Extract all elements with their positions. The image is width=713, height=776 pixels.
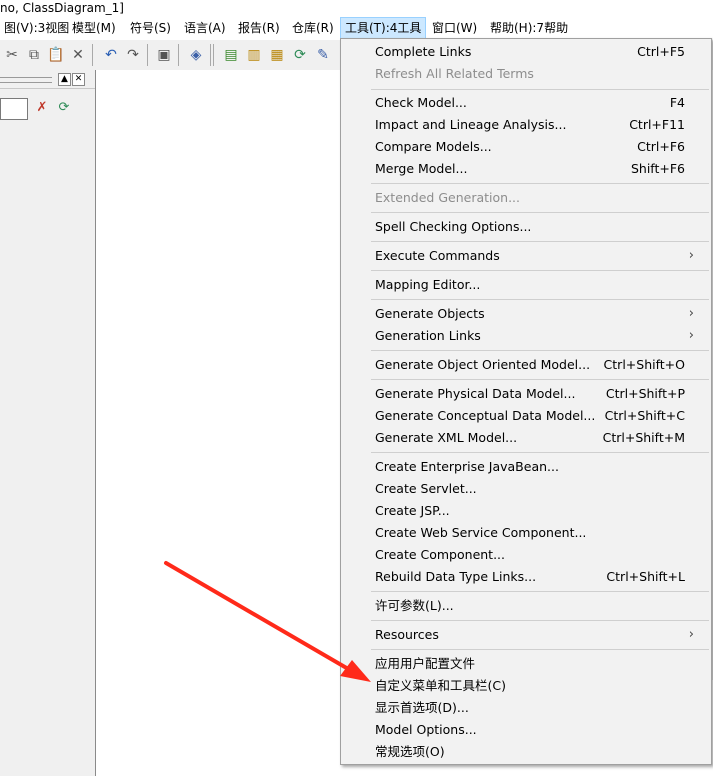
package-icon[interactable]: ▥ bbox=[244, 45, 264, 65]
menu-item-apply-user-profile[interactable]: 应用用户配置文件 bbox=[342, 653, 710, 675]
undo-icon[interactable]: ↶ bbox=[101, 45, 121, 65]
edit-icon[interactable]: ✎ bbox=[313, 45, 333, 65]
menu-item-generate-xml-model[interactable]: Generate XML Model... Ctrl+Shift+M bbox=[342, 427, 710, 449]
submenu-arrow-icon: › bbox=[688, 627, 694, 642]
menu-item-display-preferences[interactable]: 显示首选项(D)... bbox=[342, 697, 710, 719]
menu-item-generation-links[interactable]: Generation Links › bbox=[342, 325, 710, 347]
menu-item-generate-cdm[interactable]: Generate Conceptual Data Model... Ctrl+S… bbox=[342, 405, 710, 427]
refresh-icon[interactable]: ⟳ bbox=[290, 45, 310, 65]
menu-separator bbox=[371, 591, 709, 592]
folder-icon[interactable]: ▤ bbox=[221, 45, 241, 65]
menu-separator bbox=[371, 183, 709, 184]
menu-item-refresh-related-terms[interactable]: Refresh All Related Terms bbox=[342, 63, 710, 85]
refresh-icon[interactable]: ⟳ bbox=[56, 100, 72, 116]
menu-help[interactable]: 帮助(H):7帮助 bbox=[486, 18, 572, 38]
menu-separator bbox=[371, 452, 709, 453]
menu-separator bbox=[371, 212, 709, 213]
menu-separator bbox=[371, 270, 709, 271]
menu-separator bbox=[371, 89, 709, 90]
menu-item-rebuild-data-type-links[interactable]: Rebuild Data Type Links... Ctrl+Shift+L bbox=[342, 566, 710, 588]
menu-separator bbox=[371, 350, 709, 351]
browser-search-input[interactable] bbox=[0, 98, 28, 120]
properties-icon[interactable]: ▣ bbox=[154, 45, 174, 65]
menu-item-complete-links[interactable]: Complete Links Ctrl+F5 bbox=[342, 41, 710, 63]
menu-item-generate-pdm[interactable]: Generate Physical Data Model... Ctrl+Shi… bbox=[342, 383, 710, 405]
menu-item-execute-commands[interactable]: Execute Commands › bbox=[342, 245, 710, 267]
package-add-icon[interactable]: ▦ bbox=[267, 45, 287, 65]
paste-icon[interactable]: 📋 bbox=[46, 45, 66, 65]
pane-header: ▲ ✕ bbox=[0, 70, 95, 89]
window-title: no, ClassDiagram_1] bbox=[0, 0, 713, 16]
submenu-arrow-icon: › bbox=[688, 306, 694, 321]
menu-tools[interactable]: 工具(T):4工具 bbox=[340, 17, 427, 39]
menu-report[interactable]: 报告(R) bbox=[234, 18, 284, 38]
menu-item-resources[interactable]: Resources › bbox=[342, 624, 710, 646]
submenu-arrow-icon: › bbox=[688, 328, 694, 343]
object-browser-pane: ▲ ✕ ✗ ⟳ bbox=[0, 70, 96, 776]
pane-scroll-up-button[interactable]: ▲ bbox=[58, 73, 71, 86]
menu-item-extended-generation[interactable]: Extended Generation... bbox=[342, 187, 710, 209]
menu-separator bbox=[371, 620, 709, 621]
toolbar-separator bbox=[210, 44, 211, 66]
menu-item-mapping-editor[interactable]: Mapping Editor... bbox=[342, 274, 710, 296]
copy-icon[interactable]: ⧉ bbox=[24, 45, 44, 65]
cut-icon[interactable]: ✂ bbox=[2, 45, 22, 65]
menu-model[interactable]: 模型(M) bbox=[68, 18, 120, 38]
menu-separator bbox=[371, 649, 709, 650]
menu-window[interactable]: 窗口(W) bbox=[428, 18, 481, 38]
menu-item-create-ejb[interactable]: Create Enterprise JavaBean... bbox=[342, 456, 710, 478]
menu-item-create-web-service[interactable]: Create Web Service Component... bbox=[342, 522, 710, 544]
menu-separator bbox=[371, 299, 709, 300]
menu-symbol[interactable]: 符号(S) bbox=[126, 18, 175, 38]
pane-close-button[interactable]: ✕ bbox=[72, 73, 85, 86]
menu-item-license-parameters[interactable]: 许可参数(L)... bbox=[342, 595, 710, 617]
menu-separator bbox=[371, 379, 709, 380]
menu-view[interactable]: 图(V):3视图 bbox=[0, 18, 73, 38]
menu-language[interactable]: 语言(A) bbox=[180, 18, 230, 38]
submenu-arrow-icon: › bbox=[688, 248, 694, 263]
toolbar-separator bbox=[147, 44, 148, 66]
menu-item-model-options[interactable]: Model Options... bbox=[342, 719, 710, 741]
menu-bar: 图(V):3视图 模型(M) 符号(S) 语言(A) 报告(R) 仓库(R) 工… bbox=[0, 16, 713, 40]
menu-item-generate-oom[interactable]: Generate Object Oriented Model... Ctrl+S… bbox=[342, 354, 710, 376]
menu-item-spell-checking[interactable]: Spell Checking Options... bbox=[342, 216, 710, 238]
menu-item-create-servlet[interactable]: Create Servlet... bbox=[342, 478, 710, 500]
toolbar-separator bbox=[213, 44, 214, 66]
menu-separator bbox=[371, 241, 709, 242]
menu-item-merge-model[interactable]: Merge Model... Shift+F6 bbox=[342, 158, 710, 180]
menu-item-check-model[interactable]: Check Model... F4 bbox=[342, 92, 710, 114]
tools-menu: Complete Links Ctrl+F5 Refresh All Relat… bbox=[340, 38, 712, 765]
menu-item-impact-lineage[interactable]: Impact and Lineage Analysis... Ctrl+F11 bbox=[342, 114, 710, 136]
menu-item-general-options[interactable]: 常规选项(O) bbox=[342, 741, 710, 763]
pane-grip[interactable] bbox=[0, 77, 52, 83]
filter-icon[interactable]: ✗ bbox=[34, 100, 50, 116]
toolbar-separator bbox=[92, 44, 93, 66]
redo-icon[interactable]: ↷ bbox=[123, 45, 143, 65]
toolbar-separator bbox=[178, 44, 179, 66]
menu-item-compare-models[interactable]: Compare Models... Ctrl+F6 bbox=[342, 136, 710, 158]
menu-item-create-jsp[interactable]: Create JSP... bbox=[342, 500, 710, 522]
menu-item-create-component[interactable]: Create Component... bbox=[342, 544, 710, 566]
delete-icon[interactable]: ✕ bbox=[68, 45, 88, 65]
check-model-icon[interactable]: ◈ bbox=[186, 45, 206, 65]
menu-repository[interactable]: 仓库(R) bbox=[288, 18, 338, 38]
menu-item-generate-objects[interactable]: Generate Objects › bbox=[342, 303, 710, 325]
menu-item-customize-menus-toolbars[interactable]: 自定义菜单和工具栏(C) bbox=[342, 675, 710, 697]
